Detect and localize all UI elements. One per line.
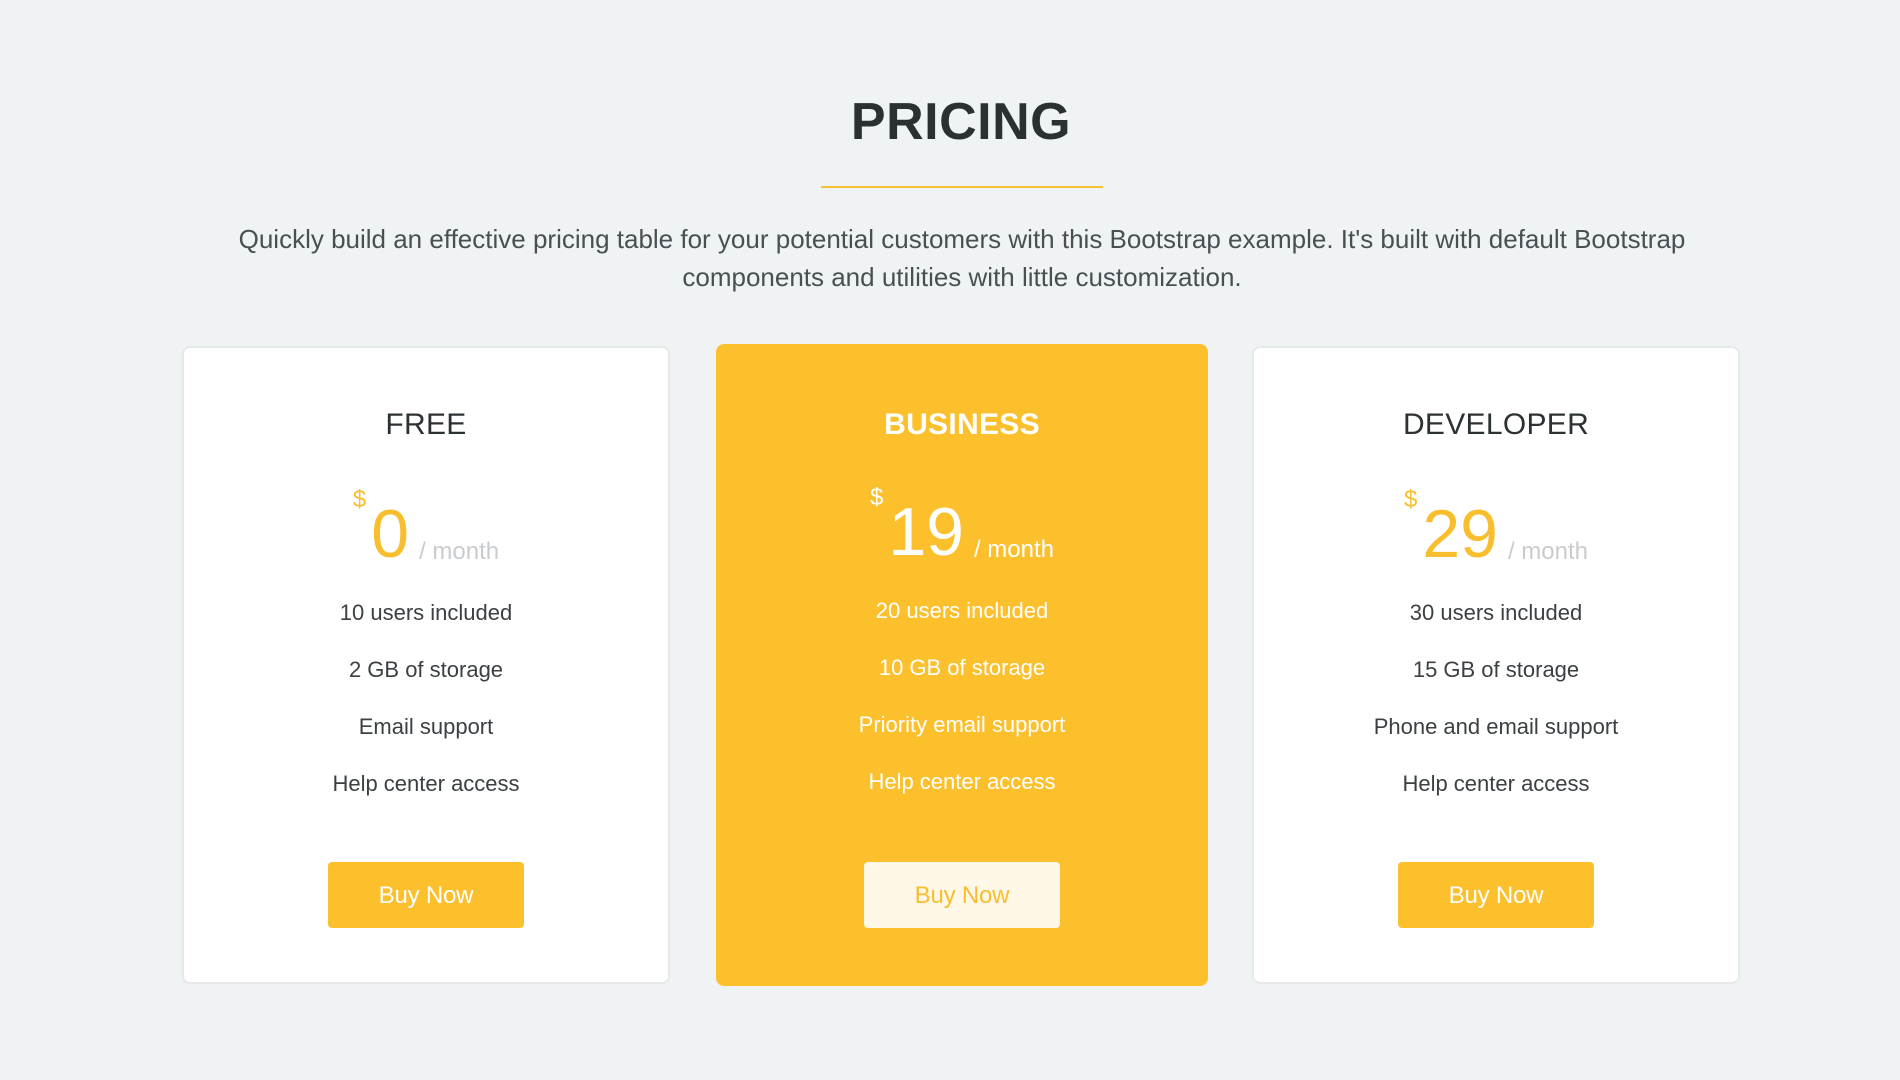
currency-symbol: $	[1403, 486, 1418, 513]
feature-item: 30 users included	[1409, 600, 1583, 625]
plan-card-business: BUSINESS $ 19 / month 20 users included …	[716, 344, 1208, 986]
feature-item: 20 users included	[875, 598, 1049, 623]
price-amount: 19	[888, 494, 964, 570]
plan-price: $ 29 / month	[1254, 478, 1738, 572]
title-divider	[821, 186, 1103, 188]
plan-title: BUSINESS	[884, 408, 1040, 441]
currency-symbol: $	[352, 486, 367, 513]
feature-item: Priority email support	[858, 712, 1066, 737]
feature-item: Help center access	[1402, 771, 1590, 796]
feature-item: 2 GB of storage	[348, 657, 504, 682]
feature-item: 15 GB of storage	[1412, 657, 1580, 682]
feature-item: 10 GB of storage	[878, 655, 1046, 680]
price-period: / month	[419, 538, 500, 565]
feature-item: Help center access	[868, 769, 1056, 794]
buy-now-button[interactable]: Buy Now	[1398, 862, 1594, 928]
plan-title: FREE	[385, 408, 467, 441]
price-amount: 0	[371, 496, 410, 572]
plan-price: $ 19 / month	[718, 476, 1206, 570]
feature-item: Phone and email support	[1373, 714, 1619, 739]
feature-item: 10 users included	[339, 600, 513, 625]
feature-list: 10 users included 2 GB of storage Email …	[184, 584, 668, 812]
plan-title: DEVELOPER	[1402, 408, 1590, 441]
buy-now-button[interactable]: Buy Now	[328, 862, 524, 928]
page-title: PRICING	[850, 93, 1072, 151]
feature-list: 30 users included 15 GB of storage Phone…	[1254, 584, 1738, 812]
intro-text: Quickly build an effective pricing table…	[238, 224, 1686, 292]
feature-list: 20 users included 10 GB of storage Prior…	[718, 582, 1206, 810]
feature-item: Help center access	[332, 771, 520, 796]
price-amount: 29	[1422, 496, 1498, 572]
feature-item: Email support	[358, 714, 494, 739]
pricing-page: PRICING Quickly build an effective prici…	[0, 0, 1900, 1080]
price-period: / month	[1507, 538, 1589, 565]
buy-now-button[interactable]: Buy Now	[864, 862, 1060, 928]
price-period: / month	[973, 536, 1055, 563]
plan-card-free: FREE $ 0 / month 10 users included 2 GB …	[182, 346, 670, 984]
plan-price: $ 0 / month	[184, 478, 668, 572]
plan-card-developer: DEVELOPER $ 29 / month 30 users included…	[1252, 346, 1740, 984]
currency-symbol: $	[869, 484, 884, 511]
